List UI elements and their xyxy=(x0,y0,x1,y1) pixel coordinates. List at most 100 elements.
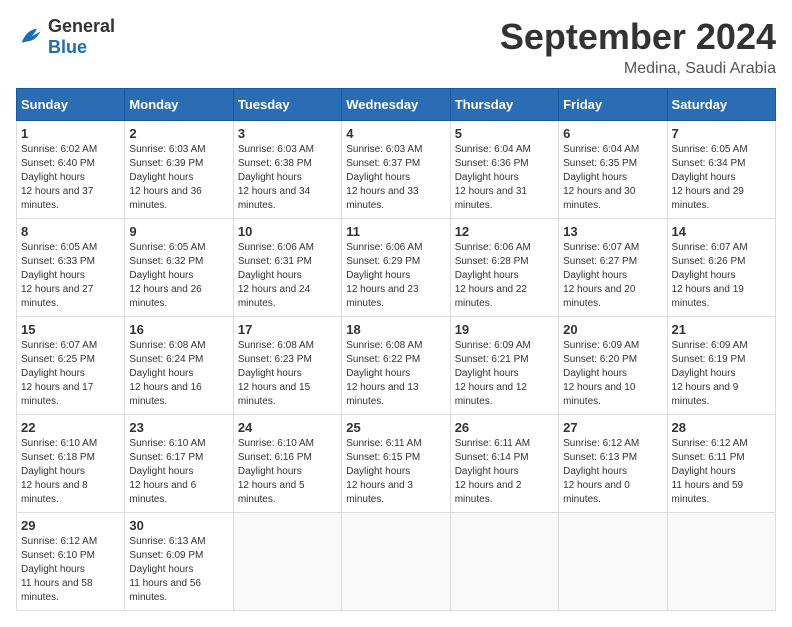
calendar-cell: 6 Sunrise: 6:04 AM Sunset: 6:35 PM Dayli… xyxy=(559,121,667,219)
day-number: 23 xyxy=(129,420,228,435)
day-info: Sunrise: 6:12 AM Sunset: 6:11 PM Dayligh… xyxy=(672,437,771,507)
day-number: 30 xyxy=(129,518,228,533)
col-tuesday: Tuesday xyxy=(233,89,341,121)
day-info: Sunrise: 6:09 AM Sunset: 6:20 PM Dayligh… xyxy=(563,339,662,409)
calendar-week-3: 15 Sunrise: 6:07 AM Sunset: 6:25 PM Dayl… xyxy=(17,317,776,415)
day-info: Sunrise: 6:08 AM Sunset: 6:24 PM Dayligh… xyxy=(129,339,228,409)
calendar-cell: 26 Sunrise: 6:11 AM Sunset: 6:14 PM Dayl… xyxy=(450,415,558,513)
calendar-cell xyxy=(450,513,558,611)
col-thursday: Thursday xyxy=(450,89,558,121)
page-header: General Blue September 2024 Medina, Saud… xyxy=(16,16,776,78)
day-info: Sunrise: 6:10 AM Sunset: 6:16 PM Dayligh… xyxy=(238,437,337,507)
calendar-cell: 16 Sunrise: 6:08 AM Sunset: 6:24 PM Dayl… xyxy=(125,317,233,415)
day-info: Sunrise: 6:05 AM Sunset: 6:34 PM Dayligh… xyxy=(672,143,771,213)
day-info: Sunrise: 6:08 AM Sunset: 6:22 PM Dayligh… xyxy=(346,339,445,409)
day-info: Sunrise: 6:07 AM Sunset: 6:25 PM Dayligh… xyxy=(21,339,120,409)
day-number: 2 xyxy=(129,126,228,141)
day-info: Sunrise: 6:05 AM Sunset: 6:32 PM Dayligh… xyxy=(129,241,228,311)
day-number: 12 xyxy=(455,224,554,239)
day-info: Sunrise: 6:13 AM Sunset: 6:09 PM Dayligh… xyxy=(129,535,228,605)
calendar-cell: 12 Sunrise: 6:06 AM Sunset: 6:28 PM Dayl… xyxy=(450,219,558,317)
calendar-cell: 18 Sunrise: 6:08 AM Sunset: 6:22 PM Dayl… xyxy=(342,317,450,415)
day-number: 13 xyxy=(563,224,662,239)
col-sunday: Sunday xyxy=(17,89,125,121)
day-info: Sunrise: 6:11 AM Sunset: 6:15 PM Dayligh… xyxy=(346,437,445,507)
calendar-cell: 10 Sunrise: 6:06 AM Sunset: 6:31 PM Dayl… xyxy=(233,219,341,317)
day-info: Sunrise: 6:09 AM Sunset: 6:19 PM Dayligh… xyxy=(672,339,771,409)
calendar-cell: 25 Sunrise: 6:11 AM Sunset: 6:15 PM Dayl… xyxy=(342,415,450,513)
calendar-cell: 4 Sunrise: 6:03 AM Sunset: 6:37 PM Dayli… xyxy=(342,121,450,219)
logo-general: General xyxy=(48,16,115,36)
calendar-week-2: 8 Sunrise: 6:05 AM Sunset: 6:33 PM Dayli… xyxy=(17,219,776,317)
calendar-cell: 8 Sunrise: 6:05 AM Sunset: 6:33 PM Dayli… xyxy=(17,219,125,317)
day-number: 11 xyxy=(346,224,445,239)
day-info: Sunrise: 6:06 AM Sunset: 6:28 PM Dayligh… xyxy=(455,241,554,311)
day-number: 22 xyxy=(21,420,120,435)
day-number: 18 xyxy=(346,322,445,337)
calendar-cell: 27 Sunrise: 6:12 AM Sunset: 6:13 PM Dayl… xyxy=(559,415,667,513)
day-info: Sunrise: 6:03 AM Sunset: 6:37 PM Dayligh… xyxy=(346,143,445,213)
calendar-cell: 30 Sunrise: 6:13 AM Sunset: 6:09 PM Dayl… xyxy=(125,513,233,611)
day-number: 29 xyxy=(21,518,120,533)
day-number: 6 xyxy=(563,126,662,141)
calendar-cell: 1 Sunrise: 6:02 AM Sunset: 6:40 PM Dayli… xyxy=(17,121,125,219)
calendar-cell xyxy=(667,513,775,611)
calendar-cell: 15 Sunrise: 6:07 AM Sunset: 6:25 PM Dayl… xyxy=(17,317,125,415)
calendar-cell: 29 Sunrise: 6:12 AM Sunset: 6:10 PM Dayl… xyxy=(17,513,125,611)
day-info: Sunrise: 6:08 AM Sunset: 6:23 PM Dayligh… xyxy=(238,339,337,409)
day-number: 5 xyxy=(455,126,554,141)
day-number: 8 xyxy=(21,224,120,239)
day-number: 7 xyxy=(672,126,771,141)
day-number: 9 xyxy=(129,224,228,239)
day-info: Sunrise: 6:03 AM Sunset: 6:39 PM Dayligh… xyxy=(129,143,228,213)
day-number: 19 xyxy=(455,322,554,337)
day-number: 4 xyxy=(346,126,445,141)
col-monday: Monday xyxy=(125,89,233,121)
logo-blue: Blue xyxy=(48,37,87,57)
day-number: 15 xyxy=(21,322,120,337)
day-info: Sunrise: 6:07 AM Sunset: 6:27 PM Dayligh… xyxy=(563,241,662,311)
calendar-table: Sunday Monday Tuesday Wednesday Thursday… xyxy=(16,88,776,611)
day-number: 1 xyxy=(21,126,120,141)
day-info: Sunrise: 6:10 AM Sunset: 6:17 PM Dayligh… xyxy=(129,437,228,507)
day-info: Sunrise: 6:04 AM Sunset: 6:35 PM Dayligh… xyxy=(563,143,662,213)
calendar-cell: 28 Sunrise: 6:12 AM Sunset: 6:11 PM Dayl… xyxy=(667,415,775,513)
calendar-cell xyxy=(559,513,667,611)
calendar-week-5: 29 Sunrise: 6:12 AM Sunset: 6:10 PM Dayl… xyxy=(17,513,776,611)
calendar-week-1: 1 Sunrise: 6:02 AM Sunset: 6:40 PM Dayli… xyxy=(17,121,776,219)
day-number: 27 xyxy=(563,420,662,435)
day-info: Sunrise: 6:02 AM Sunset: 6:40 PM Dayligh… xyxy=(21,143,120,213)
col-friday: Friday xyxy=(559,89,667,121)
logo: General Blue xyxy=(16,16,115,58)
calendar-cell: 2 Sunrise: 6:03 AM Sunset: 6:39 PM Dayli… xyxy=(125,121,233,219)
location: Medina, Saudi Arabia xyxy=(500,60,776,78)
day-number: 26 xyxy=(455,420,554,435)
calendar-cell: 13 Sunrise: 6:07 AM Sunset: 6:27 PM Dayl… xyxy=(559,219,667,317)
calendar-cell: 9 Sunrise: 6:05 AM Sunset: 6:32 PM Dayli… xyxy=(125,219,233,317)
calendar-cell: 17 Sunrise: 6:08 AM Sunset: 6:23 PM Dayl… xyxy=(233,317,341,415)
day-number: 25 xyxy=(346,420,445,435)
day-number: 10 xyxy=(238,224,337,239)
calendar-cell: 5 Sunrise: 6:04 AM Sunset: 6:36 PM Dayli… xyxy=(450,121,558,219)
calendar-cell xyxy=(233,513,341,611)
day-number: 3 xyxy=(238,126,337,141)
calendar-cell: 23 Sunrise: 6:10 AM Sunset: 6:17 PM Dayl… xyxy=(125,415,233,513)
calendar-cell: 3 Sunrise: 6:03 AM Sunset: 6:38 PM Dayli… xyxy=(233,121,341,219)
col-wednesday: Wednesday xyxy=(342,89,450,121)
title-block: September 2024 Medina, Saudi Arabia xyxy=(500,16,776,78)
day-info: Sunrise: 6:12 AM Sunset: 6:10 PM Dayligh… xyxy=(21,535,120,605)
col-saturday: Saturday xyxy=(667,89,775,121)
calendar-week-4: 22 Sunrise: 6:10 AM Sunset: 6:18 PM Dayl… xyxy=(17,415,776,513)
day-info: Sunrise: 6:03 AM Sunset: 6:38 PM Dayligh… xyxy=(238,143,337,213)
calendar-cell: 22 Sunrise: 6:10 AM Sunset: 6:18 PM Dayl… xyxy=(17,415,125,513)
calendar-cell: 11 Sunrise: 6:06 AM Sunset: 6:29 PM Dayl… xyxy=(342,219,450,317)
day-number: 21 xyxy=(672,322,771,337)
day-info: Sunrise: 6:10 AM Sunset: 6:18 PM Dayligh… xyxy=(21,437,120,507)
calendar-header-row: Sunday Monday Tuesday Wednesday Thursday… xyxy=(17,89,776,121)
calendar-cell: 20 Sunrise: 6:09 AM Sunset: 6:20 PM Dayl… xyxy=(559,317,667,415)
logo-bird-icon xyxy=(16,23,44,51)
day-info: Sunrise: 6:04 AM Sunset: 6:36 PM Dayligh… xyxy=(455,143,554,213)
day-number: 17 xyxy=(238,322,337,337)
calendar-cell: 24 Sunrise: 6:10 AM Sunset: 6:16 PM Dayl… xyxy=(233,415,341,513)
day-number: 20 xyxy=(563,322,662,337)
